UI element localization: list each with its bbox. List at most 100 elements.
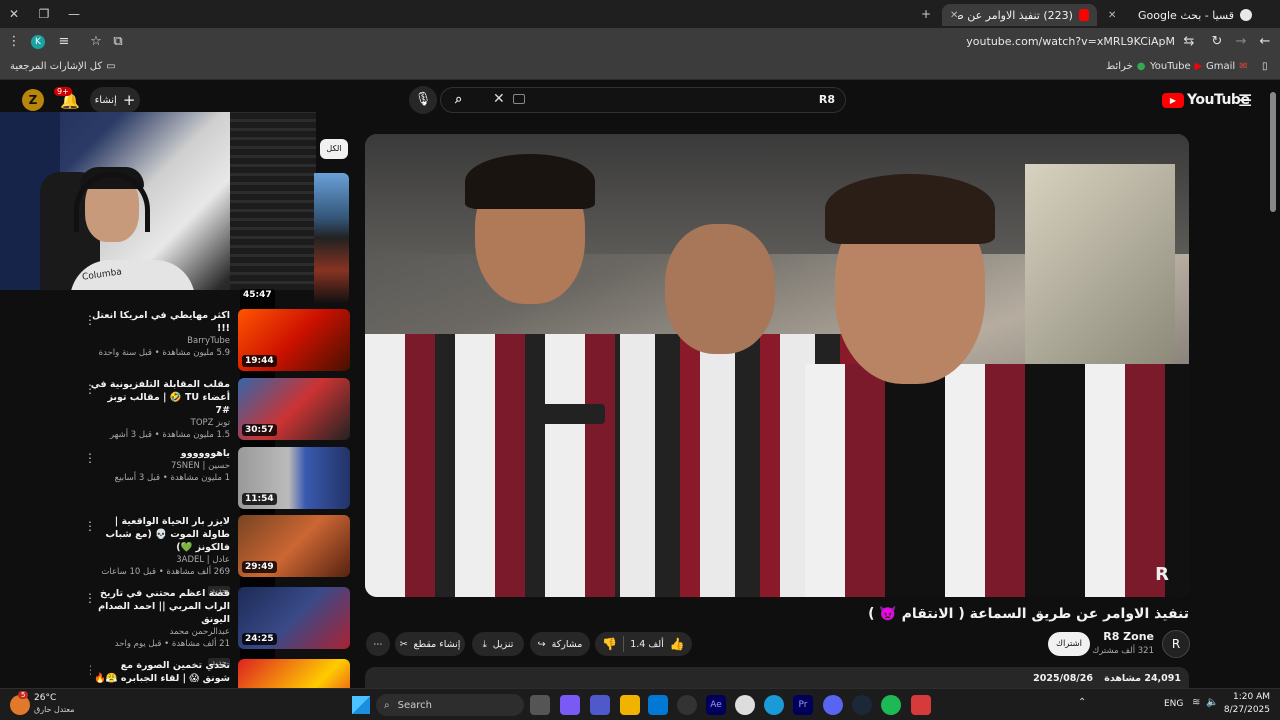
- search-input[interactable]: R8: [819, 93, 835, 106]
- copilot-icon[interactable]: [560, 695, 580, 715]
- video-title[interactable]: لايزر بار الحياة الواقعية | طاولة الموت …: [90, 515, 230, 554]
- channel-avatar[interactable]: R: [1162, 630, 1190, 658]
- voice-search-button[interactable]: 🎙: [409, 86, 437, 114]
- list-item[interactable]: 11:54 ياهوووووو حسين | 7SNEN 1 مليون مشا…: [84, 447, 350, 509]
- all-bookmarks[interactable]: كل الإشارات المرجعية ▭: [10, 61, 116, 72]
- video-title[interactable]: تحدي تخمين الصورة مع شونق 😱 | لقاء الجبا…: [90, 659, 230, 685]
- playlist-icon[interactable]: ≡: [56, 34, 72, 50]
- steam-icon[interactable]: [852, 695, 872, 715]
- forward-icon[interactable]: →: [1233, 34, 1249, 50]
- minimize-window-icon[interactable]: —: [66, 6, 82, 22]
- menu-dots-icon[interactable]: ⋮: [6, 34, 22, 50]
- create-button[interactable]: إنشاء +: [90, 87, 140, 113]
- premiere-icon[interactable]: Pr: [793, 695, 813, 715]
- app-icon[interactable]: [911, 695, 931, 715]
- video-player[interactable]: R: [365, 134, 1189, 597]
- video-title[interactable]: قصة اعظم محتني في تاريخ الراب المربي || …: [90, 587, 230, 626]
- taskbar-search[interactable]: ⌕ Search: [376, 694, 524, 716]
- search-box[interactable]: ⌕ ✕ R8: [440, 87, 846, 113]
- share-button[interactable]: ↪ مشاركة: [530, 632, 590, 656]
- like-count[interactable]: 1.4 ألف: [630, 639, 664, 650]
- more-actions-icon[interactable]: ⋮: [84, 519, 96, 533]
- channel-name[interactable]: R8 Zone: [1103, 630, 1154, 643]
- list-item[interactable]: 30:57 مقلب المقابلة التلفزيونية في أعضاء…: [84, 378, 350, 440]
- reload-icon[interactable]: ↻: [1209, 34, 1225, 50]
- more-actions-icon[interactable]: ⋮: [84, 313, 96, 327]
- store-icon[interactable]: [648, 695, 668, 715]
- profile-avatar[interactable]: K: [31, 35, 45, 49]
- hamburger-menu-icon[interactable]: ☰: [1238, 91, 1252, 110]
- clear-search-icon[interactable]: ✕: [493, 91, 505, 107]
- video-title[interactable]: اكثر مهايطي في امريكا انعتل !!!: [90, 309, 230, 335]
- tab-youtube[interactable]: (223) تنفيذ الاوامر عن طريق ✕: [942, 4, 1097, 26]
- filter-chip-all[interactable]: الكل: [320, 139, 348, 159]
- task-view-icon[interactable]: [530, 695, 550, 715]
- youtube-icon: ▶: [1194, 61, 1203, 72]
- video-title[interactable]: مقلب المقابلة التلفزيونية في أعضاء TU 🤣 …: [90, 378, 230, 417]
- edge-icon[interactable]: [764, 695, 784, 715]
- like-icon[interactable]: 👍: [670, 637, 685, 651]
- clip-button[interactable]: ✂ إنشاء مقطع: [395, 632, 465, 656]
- video-title[interactable]: ياهوووووو: [90, 447, 230, 460]
- language-indicator[interactable]: ENG: [1164, 699, 1183, 709]
- tab-close-icon[interactable]: ✕: [950, 10, 958, 21]
- youtube-logo[interactable]: ▶ YouTube: [1162, 92, 1250, 108]
- tray-overflow-icon[interactable]: ⌃: [1078, 697, 1086, 708]
- chrome-icon[interactable]: [735, 695, 755, 715]
- more-actions-icon[interactable]: ⋮: [84, 382, 96, 396]
- spotify-icon[interactable]: [881, 695, 901, 715]
- tab-close-icon[interactable]: ✕: [1108, 10, 1116, 21]
- clock-date[interactable]: 8/27/2025: [1224, 705, 1270, 715]
- more-actions-button[interactable]: ⋯: [366, 632, 390, 656]
- channel-name[interactable]: عادل | 3ADEL: [90, 554, 230, 566]
- dislike-icon[interactable]: 👎: [602, 637, 617, 651]
- wifi-icon[interactable]: ≋: [1192, 697, 1200, 708]
- back-icon[interactable]: ←: [1257, 34, 1273, 50]
- github-icon[interactable]: [677, 695, 697, 715]
- list-item[interactable]: 29:49 لايزر بار الحياة الواقعية | طاولة …: [84, 515, 350, 595]
- video-thumbnail[interactable]: 24:25: [238, 587, 350, 649]
- bookmark-youtube[interactable]: YouTube ▶: [1150, 61, 1202, 72]
- windows-start-icon[interactable]: [352, 696, 370, 714]
- video-thumbnail[interactable]: [314, 173, 349, 303]
- video-thumbnail[interactable]: [238, 659, 350, 688]
- restore-window-icon[interactable]: ❐: [36, 6, 52, 22]
- list-item[interactable]: 24:25 قصة اعظم محتني في تاريخ الراب المر…: [84, 587, 350, 667]
- video-thumbnail[interactable]: 11:54: [238, 447, 350, 509]
- channel-name[interactable]: حسين | 7SNEN: [90, 460, 230, 472]
- bookmark-maps[interactable]: خرائط ●: [1106, 61, 1146, 72]
- more-actions-icon[interactable]: ⋮: [84, 591, 96, 605]
- list-item[interactable]: تحدي تخمين الصورة مع شونق 😱 | لقاء الجبا…: [90, 659, 350, 688]
- bookmark-star-icon[interactable]: ☆: [88, 34, 104, 50]
- bookmark-gmail[interactable]: Gmail ✉: [1206, 61, 1248, 72]
- channel-name[interactable]: BarryTube: [90, 335, 230, 347]
- channel-name[interactable]: توبز TOPZ: [90, 417, 230, 429]
- subscribe-button[interactable]: اشتراك: [1048, 632, 1090, 656]
- close-window-icon[interactable]: ✕: [6, 6, 22, 22]
- discord-icon[interactable]: [823, 695, 843, 715]
- more-actions-icon[interactable]: ⋮: [84, 451, 96, 465]
- tab-google[interactable]: قسيا - بحث Google ✕: [1100, 4, 1260, 26]
- avatar[interactable]: Z: [22, 89, 44, 111]
- clock-time[interactable]: 1:20 AM: [1233, 692, 1270, 702]
- address-bar[interactable]: youtube.com/watch?v=xMRL9KCiApM: [966, 35, 1175, 48]
- file-explorer-icon[interactable]: [620, 695, 640, 715]
- more-bookmarks-icon[interactable]: ▯: [1262, 61, 1268, 72]
- site-settings-icon[interactable]: ⇆: [1181, 34, 1197, 50]
- keyboard-icon[interactable]: [513, 94, 525, 104]
- channel-name[interactable]: عبدالرحمن محمد: [90, 626, 231, 638]
- download-button[interactable]: ⤓ تنزيل: [472, 632, 524, 656]
- after-effects-icon[interactable]: Ae: [706, 695, 726, 715]
- install-app-icon[interactable]: ⧉: [110, 34, 126, 50]
- video-thumbnail[interactable]: 19:44: [238, 309, 350, 371]
- volume-icon[interactable]: 🔈: [1206, 697, 1218, 708]
- video-thumbnail[interactable]: 29:49: [238, 515, 350, 577]
- person-left-hair: [465, 154, 595, 209]
- new-tab-icon[interactable]: +: [918, 6, 934, 22]
- list-item[interactable]: 19:44 اكثر مهايطي في امريكا انعتل !!! Ba…: [84, 309, 350, 371]
- page-scrollbar[interactable]: [1270, 92, 1276, 212]
- more-actions-icon[interactable]: ⋮: [90, 663, 96, 677]
- search-icon[interactable]: ⌕: [455, 92, 462, 107]
- video-thumbnail[interactable]: 30:57: [238, 378, 350, 440]
- teams-icon[interactable]: [590, 695, 610, 715]
